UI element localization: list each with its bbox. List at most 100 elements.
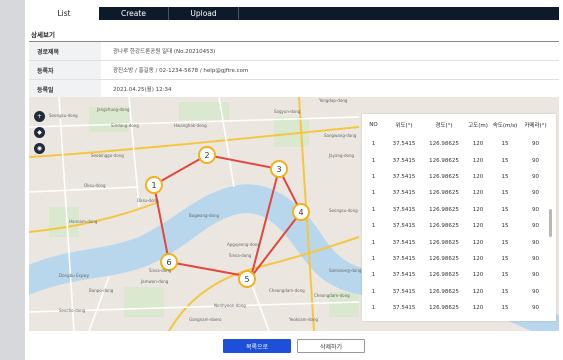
cell-speed: 15 (501, 305, 509, 312)
cell-speed: 15 (501, 190, 509, 197)
info-row-registrant: 등록자 광진소방 / 홍길동 / 02-1234-5678 / help@gjf… (29, 61, 559, 80)
cell-lng: 126.98625 (429, 206, 459, 213)
cell-camera: 90 (532, 206, 539, 213)
route-map[interactable]: 1 2 3 4 5 6 Jangchung-dong Seongsu-dong … (29, 97, 559, 331)
map-zoom-icon[interactable]: + (34, 111, 45, 122)
back-to-list-button[interactable]: 목록으로 (223, 339, 291, 353)
table-row[interactable]: 1 37.5415 126.98625 120 15 90 (362, 218, 556, 234)
cell-alt: 120 (472, 255, 484, 262)
table-body: 1 37.5415 126.98625 120 15 90 1 37.5415 126.9862… (362, 136, 556, 316)
cell-camera: 90 (532, 305, 539, 312)
waypoint-label: 3 (276, 165, 281, 174)
cell-alt: 120 (472, 272, 484, 279)
cell-no: 1 (371, 223, 376, 230)
header-lat: 위도(°) (395, 123, 413, 129)
cell-lng: 126.98625 (429, 141, 459, 148)
cell-camera: 90 (532, 173, 539, 180)
header-camera: 카메라(°) (524, 123, 547, 129)
place-label: Gangnam-daero (189, 317, 222, 322)
info-value: 광진소방 / 홍길동 / 02-1234-5678 / help@gjfire.… (113, 68, 249, 74)
cell-no: 1 (371, 190, 376, 197)
info-key: 경로제목 (29, 42, 101, 60)
cell-lat: 37.5415 (392, 141, 416, 148)
park-area (124, 287, 164, 317)
table-row[interactable]: 1 37.5415 126.98625 120 15 90 (362, 300, 556, 316)
table-header: NO 위도(°) 경도(°) 고도(m) 속도(m/s) 카메라(°) (362, 114, 556, 136)
waypoint-marker-5[interactable]: 5 (238, 270, 256, 288)
cell-speed: 15 (501, 223, 509, 230)
cell-speed: 15 (501, 239, 509, 246)
table-row[interactable]: 1 37.5415 126.98625 120 15 90 (362, 169, 556, 185)
place-label: Sinsa-dong (149, 268, 172, 273)
place-label: Jangchung-dong (96, 107, 130, 112)
cell-camera: 90 (532, 141, 539, 148)
table-row[interactable]: 1 37.5415 126.98625 120 15 90 (362, 152, 556, 168)
place-label: Hannam-dong (69, 219, 98, 224)
place-label: Oksu-dong (84, 183, 106, 188)
tab-create[interactable]: Create (99, 7, 169, 20)
place-label: Samseong-dong (329, 268, 362, 273)
cell-alt: 120 (472, 141, 484, 148)
place-label: Yeoksam-dong (288, 317, 319, 322)
place-label: Sindang-dong (111, 123, 139, 128)
tab-bar: List Create Upload (29, 7, 559, 20)
waypoint-marker-1[interactable]: 1 (145, 176, 163, 194)
place-label: Sangwang-dong (324, 133, 357, 138)
place-label: Jamwon-dong (140, 279, 169, 284)
tab-bar-spacer (239, 7, 559, 20)
cell-camera: 90 (532, 255, 539, 262)
cell-speed: 15 (501, 206, 509, 213)
cell-lat: 37.5415 (392, 206, 416, 213)
cell-speed: 15 (501, 157, 509, 164)
place-label: Bogwang-dong (189, 213, 219, 218)
place-label: Cheongdam-dong (314, 293, 350, 298)
table-row[interactable]: 1 37.5415 126.98625 120 15 90 (362, 267, 556, 283)
cell-lng: 126.98625 (429, 157, 459, 164)
waypoint-marker-3[interactable]: 3 (270, 160, 288, 178)
waypoint-label: 4 (298, 208, 303, 217)
header-lng: 경도(°) (435, 123, 453, 129)
cell-alt: 120 (472, 206, 484, 213)
cell-alt: 120 (472, 223, 484, 230)
table-row[interactable]: 1 37.5415 126.98625 120 15 90 (362, 136, 556, 152)
waypoint-label: 5 (244, 275, 249, 284)
table-scrollbar[interactable] (549, 209, 552, 237)
cell-lng: 126.98625 (429, 223, 459, 230)
cell-lng: 126.98625 (429, 190, 459, 197)
place-label: Seongsu-dong (329, 208, 358, 213)
cell-lat: 37.5415 (392, 157, 416, 164)
table-row[interactable]: 1 37.5415 126.98625 120 15 90 (362, 202, 556, 218)
info-value: 2021.04.25(월) 12:34 (113, 87, 172, 93)
cell-lat: 37.5415 (392, 190, 416, 197)
table-row[interactable]: 1 37.5415 126.98625 120 15 90 (362, 185, 556, 201)
cell-alt: 120 (472, 173, 484, 180)
cell-speed: 15 (501, 288, 509, 295)
map-layer-icon[interactable]: ◆ (34, 127, 45, 138)
detail-page: List Create Upload 상세보기 경로제목 광나루 한강드론공원 … (25, 0, 563, 360)
cell-camera: 90 (532, 288, 539, 295)
place-label: Seocho-dong (59, 308, 86, 313)
cell-lat: 37.5415 (392, 288, 416, 295)
place-label: Nonhyeon-dong (214, 303, 246, 308)
header-speed: 속도(m/s) (492, 123, 518, 129)
tab-list[interactable]: List (29, 7, 99, 20)
table-row[interactable]: 1 37.5415 126.98625 120 15 90 (362, 234, 556, 250)
waypoint-marker-2[interactable]: 2 (198, 146, 216, 164)
tab-upload[interactable]: Upload (169, 7, 239, 20)
delete-button[interactable]: 삭제하기 (297, 339, 365, 353)
info-value: 광나루 한강드론공원 일대 (No.20210453) (113, 49, 216, 55)
table-row[interactable]: 1 37.5415 126.98625 120 15 90 (362, 284, 556, 300)
header-no: NO (369, 122, 378, 128)
place-label: Seobinggo-dong (91, 153, 124, 158)
info-key: 등록일 (29, 80, 101, 98)
table-row[interactable]: 1 37.5415 126.98625 120 15 90 (362, 251, 556, 267)
info-key: 등록자 (29, 61, 101, 79)
cell-lat: 37.5415 (392, 255, 416, 262)
cell-alt: 120 (472, 190, 484, 197)
cell-no: 1 (371, 255, 376, 262)
map-location-icon[interactable]: ◉ (34, 143, 45, 154)
waypoint-marker-4[interactable]: 4 (292, 203, 310, 221)
info-row-title: 경로제목 광나루 한강드론공원 일대 (No.20210453) (29, 42, 559, 61)
waypoint-label: 6 (166, 258, 171, 267)
cell-alt: 120 (472, 305, 484, 312)
